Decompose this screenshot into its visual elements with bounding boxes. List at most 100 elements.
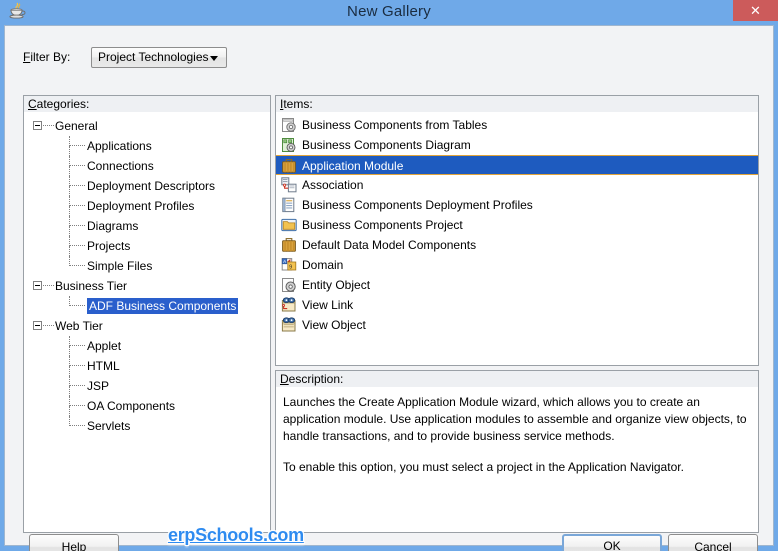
tree-connector bbox=[69, 206, 70, 216]
briefcase-icon bbox=[281, 237, 297, 253]
tree-item-jsp[interactable]: JSP bbox=[24, 376, 270, 396]
tree-node-business-tier[interactable]: Business Tier bbox=[24, 276, 270, 296]
description-label-rest: escription: bbox=[288, 372, 344, 386]
tree-item-label: Deployment Descriptors bbox=[87, 179, 216, 193]
tree-item-label: Applet bbox=[87, 339, 122, 353]
help-button-mnemonic: e bbox=[70, 540, 77, 551]
collapse-toggle-icon[interactable] bbox=[33, 121, 42, 130]
items-list: Business Components from Tables Business … bbox=[276, 112, 758, 335]
tree-connector bbox=[43, 125, 54, 127]
list-item[interactable]: A 9 Domain bbox=[276, 255, 758, 275]
description-label: Description: bbox=[275, 370, 759, 388]
new-gallery-dialog: New Gallery ✕ Filter By: Project Technol… bbox=[0, 0, 778, 551]
list-item[interactable]: Business Components Project bbox=[276, 215, 758, 235]
tree-connector bbox=[69, 226, 70, 236]
tree-connector bbox=[69, 165, 85, 166]
categories-label: Categories: bbox=[23, 95, 271, 113]
list-item-label: Domain bbox=[302, 258, 344, 272]
tree-connector bbox=[69, 245, 85, 246]
tree-item-diagrams[interactable]: Diagrams bbox=[24, 216, 270, 236]
tree-node-web-tier[interactable]: Web Tier bbox=[24, 316, 270, 336]
tree-item-html[interactable]: HTML bbox=[24, 356, 270, 376]
ok-button[interactable]: OK bbox=[562, 534, 662, 551]
tree-node-general[interactable]: General bbox=[24, 116, 270, 136]
help-button-label-rest: lp bbox=[77, 540, 87, 551]
tree-item-deployment-profiles[interactable]: Deployment Profiles bbox=[24, 196, 270, 216]
folder-icon bbox=[281, 217, 297, 233]
tree-connector bbox=[69, 145, 85, 146]
tree-connector bbox=[69, 205, 85, 206]
association-icon bbox=[281, 177, 297, 193]
tree-connector bbox=[69, 385, 85, 386]
collapse-toggle-icon[interactable] bbox=[33, 281, 42, 290]
filter-label: Filter By: bbox=[23, 50, 70, 64]
tree-connector bbox=[69, 386, 70, 396]
dialog-body: Filter By: Project Technologies Categori… bbox=[4, 25, 774, 551]
list-item[interactable]: Entity Object bbox=[276, 275, 758, 295]
list-item-label: Association bbox=[302, 178, 364, 192]
tree-node-label: Business Tier bbox=[55, 279, 128, 293]
tree-item-applications[interactable]: Applications bbox=[24, 136, 270, 156]
categories-label-mnemonic: C bbox=[28, 97, 37, 111]
list-item-label: Business Components Deployment Profiles bbox=[302, 198, 533, 212]
list-item[interactable]: Business Components from Tables bbox=[276, 115, 758, 135]
list-item-label: Default Data Model Components bbox=[302, 238, 477, 252]
view-link-icon bbox=[281, 297, 297, 313]
list-item[interactable]: View Object bbox=[276, 315, 758, 335]
help-button-label: H bbox=[61, 540, 71, 551]
tree-item-deployment-descriptors[interactable]: Deployment Descriptors bbox=[24, 176, 270, 196]
list-item-label: Business Components Diagram bbox=[302, 138, 471, 152]
tree-connector bbox=[69, 406, 70, 416]
tree-connector bbox=[69, 305, 85, 306]
tree-connector bbox=[43, 325, 54, 327]
list-item[interactable]: Association bbox=[276, 175, 758, 195]
tree-item-label: HTML bbox=[87, 359, 120, 373]
categories-tree: General Applications Connections Deployment… bbox=[24, 112, 270, 436]
tree-item-servlets[interactable]: Servlets bbox=[24, 416, 270, 436]
description-text: Launches the Create Application Module w… bbox=[283, 394, 750, 476]
categories-tree-panel[interactable]: General Applications Connections Deployment… bbox=[23, 112, 271, 533]
tree-connector bbox=[43, 285, 54, 287]
tree-item-applet[interactable]: Applet bbox=[24, 336, 270, 356]
gear-diagram-icon bbox=[281, 137, 297, 153]
tree-item-label: Diagrams bbox=[87, 219, 139, 233]
filter-by-dropdown[interactable]: Project Technologies bbox=[91, 47, 227, 68]
list-item[interactable]: Business Components Deployment Profiles bbox=[276, 195, 758, 215]
tree-connector bbox=[69, 345, 85, 346]
title-bar: New Gallery ✕ bbox=[0, 0, 778, 23]
description-paragraph: To enable this option, you must select a… bbox=[283, 460, 684, 474]
tree-connector bbox=[69, 185, 85, 186]
tree-item-label: Applications bbox=[87, 139, 152, 153]
tree-item-connections[interactable]: Connections bbox=[24, 156, 270, 176]
tree-connector bbox=[69, 405, 85, 406]
items-list-panel[interactable]: Business Components from Tables Business … bbox=[275, 112, 759, 366]
tree-connector bbox=[69, 265, 85, 266]
tree-item-oa-components[interactable]: OA Components bbox=[24, 396, 270, 416]
list-item-label: Entity Object bbox=[302, 278, 371, 292]
description-paragraph: Launches the Create Application Module w… bbox=[283, 395, 747, 443]
list-item[interactable]: Default Data Model Components bbox=[276, 235, 758, 255]
description-label-mnemonic: D bbox=[280, 372, 289, 386]
tree-connector bbox=[69, 365, 85, 366]
close-icon[interactable]: ✕ bbox=[733, 0, 778, 21]
tree-connector bbox=[69, 225, 85, 226]
window-title: New Gallery bbox=[347, 3, 431, 20]
chevron-down-icon bbox=[210, 56, 218, 61]
collapse-toggle-icon[interactable] bbox=[33, 321, 42, 330]
briefcase-icon bbox=[281, 158, 297, 174]
tree-item-adf-business-components[interactable]: ADF Business Components bbox=[24, 296, 270, 316]
items-label: Items: bbox=[275, 95, 759, 113]
description-panel: Launches the Create Application Module w… bbox=[275, 387, 759, 533]
tree-item-projects[interactable]: Projects bbox=[24, 236, 270, 256]
tree-item-simple-files[interactable]: Simple Files bbox=[24, 256, 270, 276]
tree-item-label: Connections bbox=[87, 159, 154, 173]
help-button[interactable]: Help bbox=[29, 534, 119, 551]
list-item[interactable]: Application Module bbox=[276, 155, 758, 175]
filter-label-rest: ilter By: bbox=[30, 50, 71, 64]
gear-page-icon bbox=[281, 277, 297, 293]
cancel-button[interactable]: Cancel bbox=[668, 534, 758, 551]
tree-item-label: JSP bbox=[87, 379, 110, 393]
items-label-rest: tems: bbox=[283, 97, 313, 111]
list-item[interactable]: View Link bbox=[276, 295, 758, 315]
list-item[interactable]: Business Components Diagram bbox=[276, 135, 758, 155]
